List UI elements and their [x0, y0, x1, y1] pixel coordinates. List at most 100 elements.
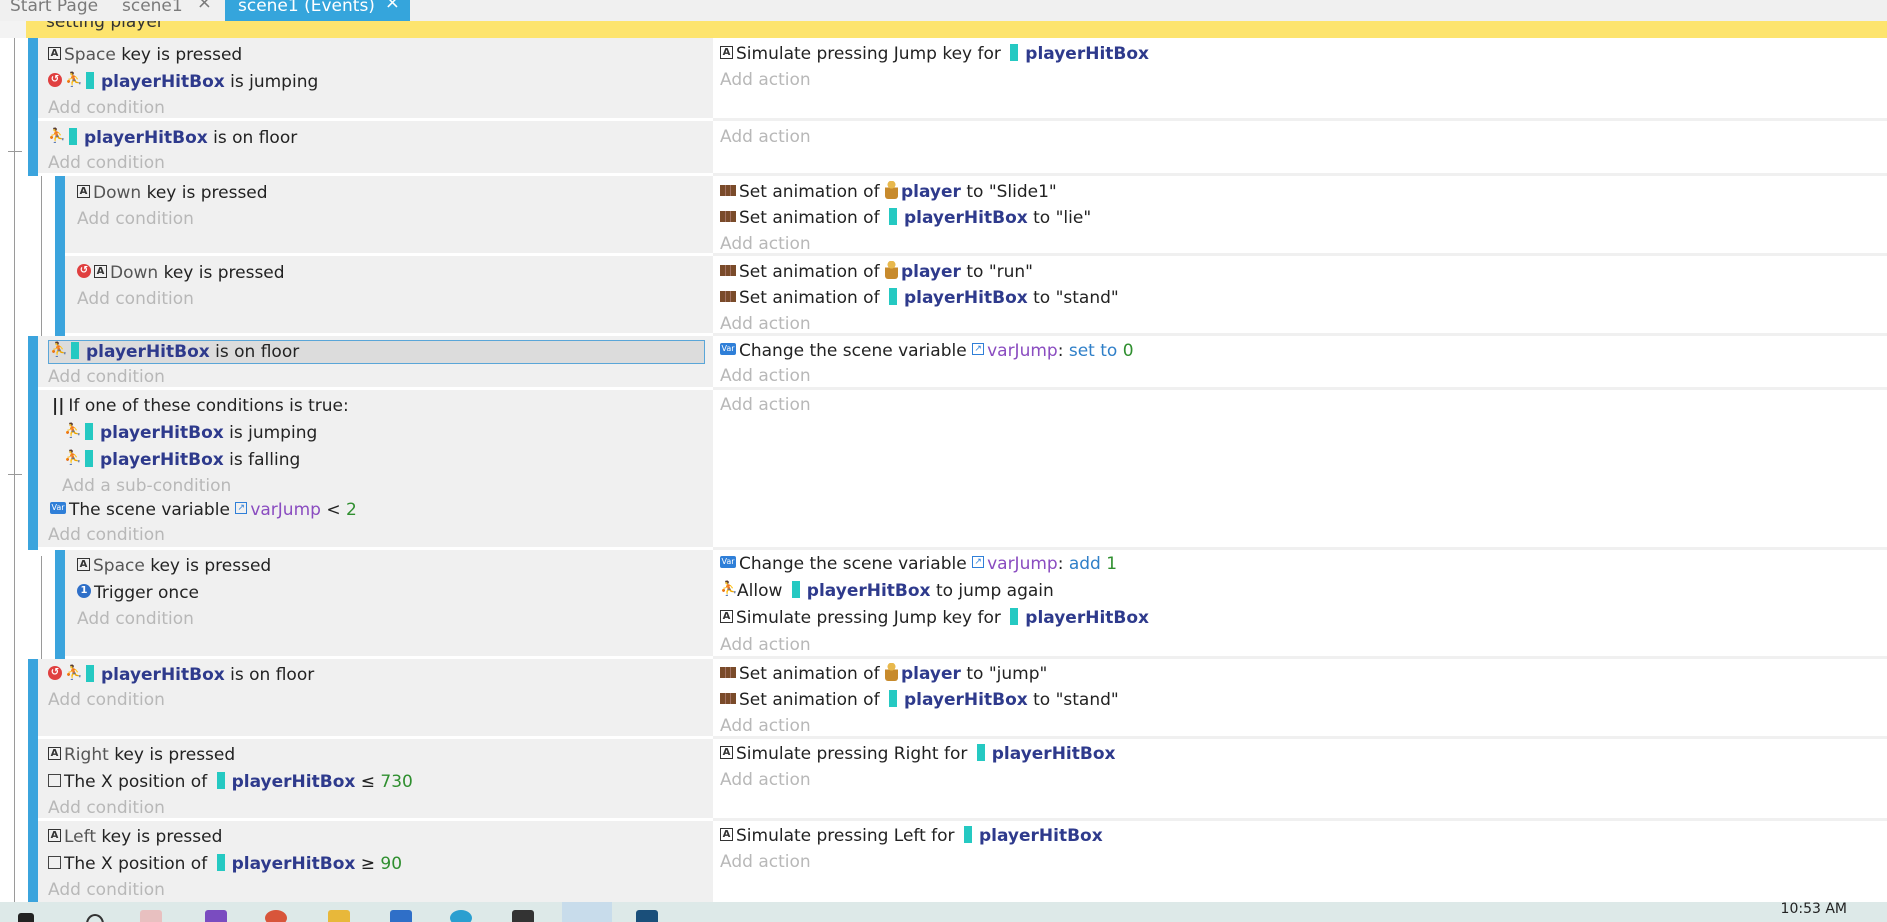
action[interactable]: Set animation of player to "Slide1": [720, 179, 1057, 205]
add-condition-button[interactable]: Add condition: [77, 607, 194, 631]
event-drag-handle[interactable]: [28, 821, 38, 902]
actions-panel[interactable]: Var Change the scene variable ↗ varJump: s…: [713, 336, 1887, 390]
condition[interactable]: ↺ A Down key is pressed: [77, 260, 285, 286]
condition[interactable]: The X position of playerHitBox ≥ 90: [48, 851, 402, 877]
event-row[interactable]: ↺ ⛹ playerHitBox is on floor Add condition…: [0, 659, 1887, 739]
actions-panel[interactable]: A Simulate pressing Jump key for playerHi…: [713, 38, 1887, 121]
event-drag-handle[interactable]: [28, 659, 38, 739]
add-action-button[interactable]: Add action: [720, 232, 811, 256]
add-condition-button[interactable]: Add condition: [77, 287, 194, 311]
add-condition-button[interactable]: Add condition: [48, 688, 165, 712]
chrome-icon[interactable]: [265, 910, 287, 922]
condition[interactable]: ⛹ playerHitBox is on floor: [48, 125, 297, 151]
conditions-panel[interactable]: ⛹ playerHitBox is on floor Add condition: [38, 121, 713, 176]
app-icon[interactable]: [636, 910, 658, 922]
edge-icon[interactable]: [450, 910, 472, 922]
conditions-panel[interactable]: A Space key is pressed 1 Trigger once Add …: [65, 550, 713, 659]
add-action-button[interactable]: Add action: [720, 125, 811, 149]
event-drag-handle[interactable]: [28, 739, 38, 821]
conditions-panel[interactable]: ⛹ playerHitBox is on floor Add condition: [38, 336, 713, 390]
group-header[interactable]: setting player: [26, 21, 1887, 38]
tab-scene1[interactable]: scene1 ×: [112, 0, 222, 21]
add-action-button[interactable]: Add action: [720, 714, 811, 738]
actions-panel[interactable]: Add action: [713, 390, 1887, 550]
actions-panel[interactable]: Set animation of player to "run" Set ani…: [713, 256, 1887, 336]
sub-condition[interactable]: ⛹ playerHitBox is falling: [64, 447, 300, 473]
calendar-app-icon[interactable]: [140, 910, 162, 922]
action[interactable]: A Simulate pressing Jump key for playerHi…: [720, 605, 1149, 631]
file-explorer-icon[interactable]: [328, 910, 350, 922]
add-action-button[interactable]: Add action: [720, 393, 811, 417]
event-row[interactable]: || If one of these conditions is true: ⛹ p…: [0, 390, 1887, 550]
condition[interactable]: ↺ ⛹ playerHitBox is on floor: [48, 662, 314, 688]
actions-panel[interactable]: Set animation of player to "Slide1" Set …: [713, 176, 1887, 256]
action[interactable]: Set animation of player to "run": [720, 259, 1033, 285]
actions-panel[interactable]: A Simulate pressing Left for playerHitBox…: [713, 821, 1887, 902]
add-action-button[interactable]: Add action: [720, 633, 811, 657]
start-icon[interactable]: [18, 913, 34, 922]
action[interactable]: Set animation of playerHitBox to "stand": [720, 285, 1119, 311]
event-drag-handle[interactable]: [28, 336, 38, 390]
add-action-button[interactable]: Add action: [720, 850, 811, 874]
condition[interactable]: A Left key is pressed: [48, 824, 222, 850]
conditions-panel[interactable]: A Left key is pressed The X position of p…: [38, 821, 713, 902]
condition[interactable]: 1 Trigger once: [77, 580, 199, 606]
actions-panel[interactable]: A Simulate pressing Right for playerHitBo…: [713, 739, 1887, 821]
sub-event-row[interactable]: A Down key is pressed Add condition Set a…: [0, 176, 1887, 256]
add-condition-button[interactable]: Add condition: [48, 365, 165, 389]
conditions-panel[interactable]: A Down key is pressed Add condition: [65, 176, 713, 256]
action[interactable]: Set animation of playerHitBox to "lie": [720, 205, 1091, 231]
visual-studio-icon[interactable]: [205, 910, 227, 922]
condition[interactable]: Var The scene variable ↗ varJump < 2: [50, 497, 357, 523]
conditions-panel[interactable]: ↺ ⛹ playerHitBox is on floor Add condition: [38, 659, 713, 739]
sub-condition[interactable]: ⛹ playerHitBox is jumping: [64, 420, 317, 446]
condition[interactable]: A Space key is pressed: [77, 553, 271, 579]
actions-panel[interactable]: Set animation of player to "jump" Set an…: [713, 659, 1887, 739]
action[interactable]: ⛹Allow playerHitBox to jump again: [720, 578, 1054, 604]
condition[interactable]: ⛹ playerHitBox is on floor: [50, 339, 299, 365]
add-action-button[interactable]: Add action: [720, 312, 811, 336]
event-drag-handle[interactable]: [55, 176, 65, 256]
event-row[interactable]: ⛹ playerHitBox is on floor Add condition …: [0, 336, 1887, 390]
add-action-button[interactable]: Add action: [720, 68, 811, 92]
add-condition-button[interactable]: Add condition: [48, 878, 165, 902]
search-icon[interactable]: [86, 914, 104, 922]
event-drag-handle[interactable]: [28, 38, 38, 121]
add-condition-button[interactable]: Add condition: [77, 207, 194, 231]
condition[interactable]: A Right key is pressed: [48, 742, 235, 768]
action[interactable]: Set animation of player to "jump": [720, 661, 1047, 687]
sub-event-row[interactable]: ↺ A Down key is pressed Add condition Set …: [0, 256, 1887, 336]
or-condition-header[interactable]: || If one of these conditions is true:: [52, 393, 349, 419]
word-icon[interactable]: [390, 910, 412, 922]
active-app-icon[interactable]: [562, 902, 612, 922]
conditions-panel[interactable]: ↺ A Down key is pressed Add condition: [65, 256, 713, 336]
tab-start-page[interactable]: Start Page: [0, 0, 100, 21]
add-condition-button[interactable]: Add condition: [48, 96, 165, 120]
event-row[interactable]: A Space key is pressed ↺ ⛹ playerHitBox is …: [0, 38, 1887, 121]
condition[interactable]: A Down key is pressed: [77, 180, 268, 206]
clock[interactable]: 10:53 AM: [1781, 902, 1847, 917]
add-condition-button[interactable]: Add condition: [48, 796, 165, 820]
condition[interactable]: A Space key is pressed: [48, 42, 242, 68]
action[interactable]: A Simulate pressing Jump key for playerHi…: [720, 41, 1149, 67]
add-action-button[interactable]: Add action: [720, 768, 811, 792]
action[interactable]: A Simulate pressing Left for playerHitBox: [720, 823, 1103, 849]
conditions-panel[interactable]: A Space key is pressed ↺ ⛹ playerHitBox is …: [38, 38, 713, 121]
actions-panel[interactable]: Var Change the scene variable ↗ varJump: a…: [713, 550, 1887, 659]
gdevelop-icon[interactable]: [512, 910, 534, 922]
conditions-panel[interactable]: A Right key is pressed The X position of …: [38, 739, 713, 821]
condition[interactable]: The X position of playerHitBox ≤ 730: [48, 769, 413, 795]
close-icon[interactable]: ×: [385, 0, 400, 12]
conditions-panel[interactable]: || If one of these conditions is true: ⛹ p…: [38, 390, 713, 550]
add-action-button[interactable]: Add action: [720, 364, 811, 388]
action[interactable]: A Simulate pressing Right for playerHitBo…: [720, 741, 1115, 767]
add-condition-button[interactable]: Add condition: [48, 523, 165, 547]
add-subcondition-button[interactable]: Add a sub-condition: [62, 474, 231, 498]
condition[interactable]: ↺ ⛹ playerHitBox is jumping: [48, 69, 318, 95]
event-drag-handle[interactable]: [55, 550, 65, 659]
add-condition-button[interactable]: Add condition: [48, 151, 165, 175]
event-row[interactable]: A Right key is pressed The X position of …: [0, 739, 1887, 821]
close-icon[interactable]: ×: [197, 0, 212, 12]
action[interactable]: Set animation of playerHitBox to "stand": [720, 687, 1119, 713]
sub-event-row[interactable]: A Space key is pressed 1 Trigger once Add …: [0, 550, 1887, 659]
